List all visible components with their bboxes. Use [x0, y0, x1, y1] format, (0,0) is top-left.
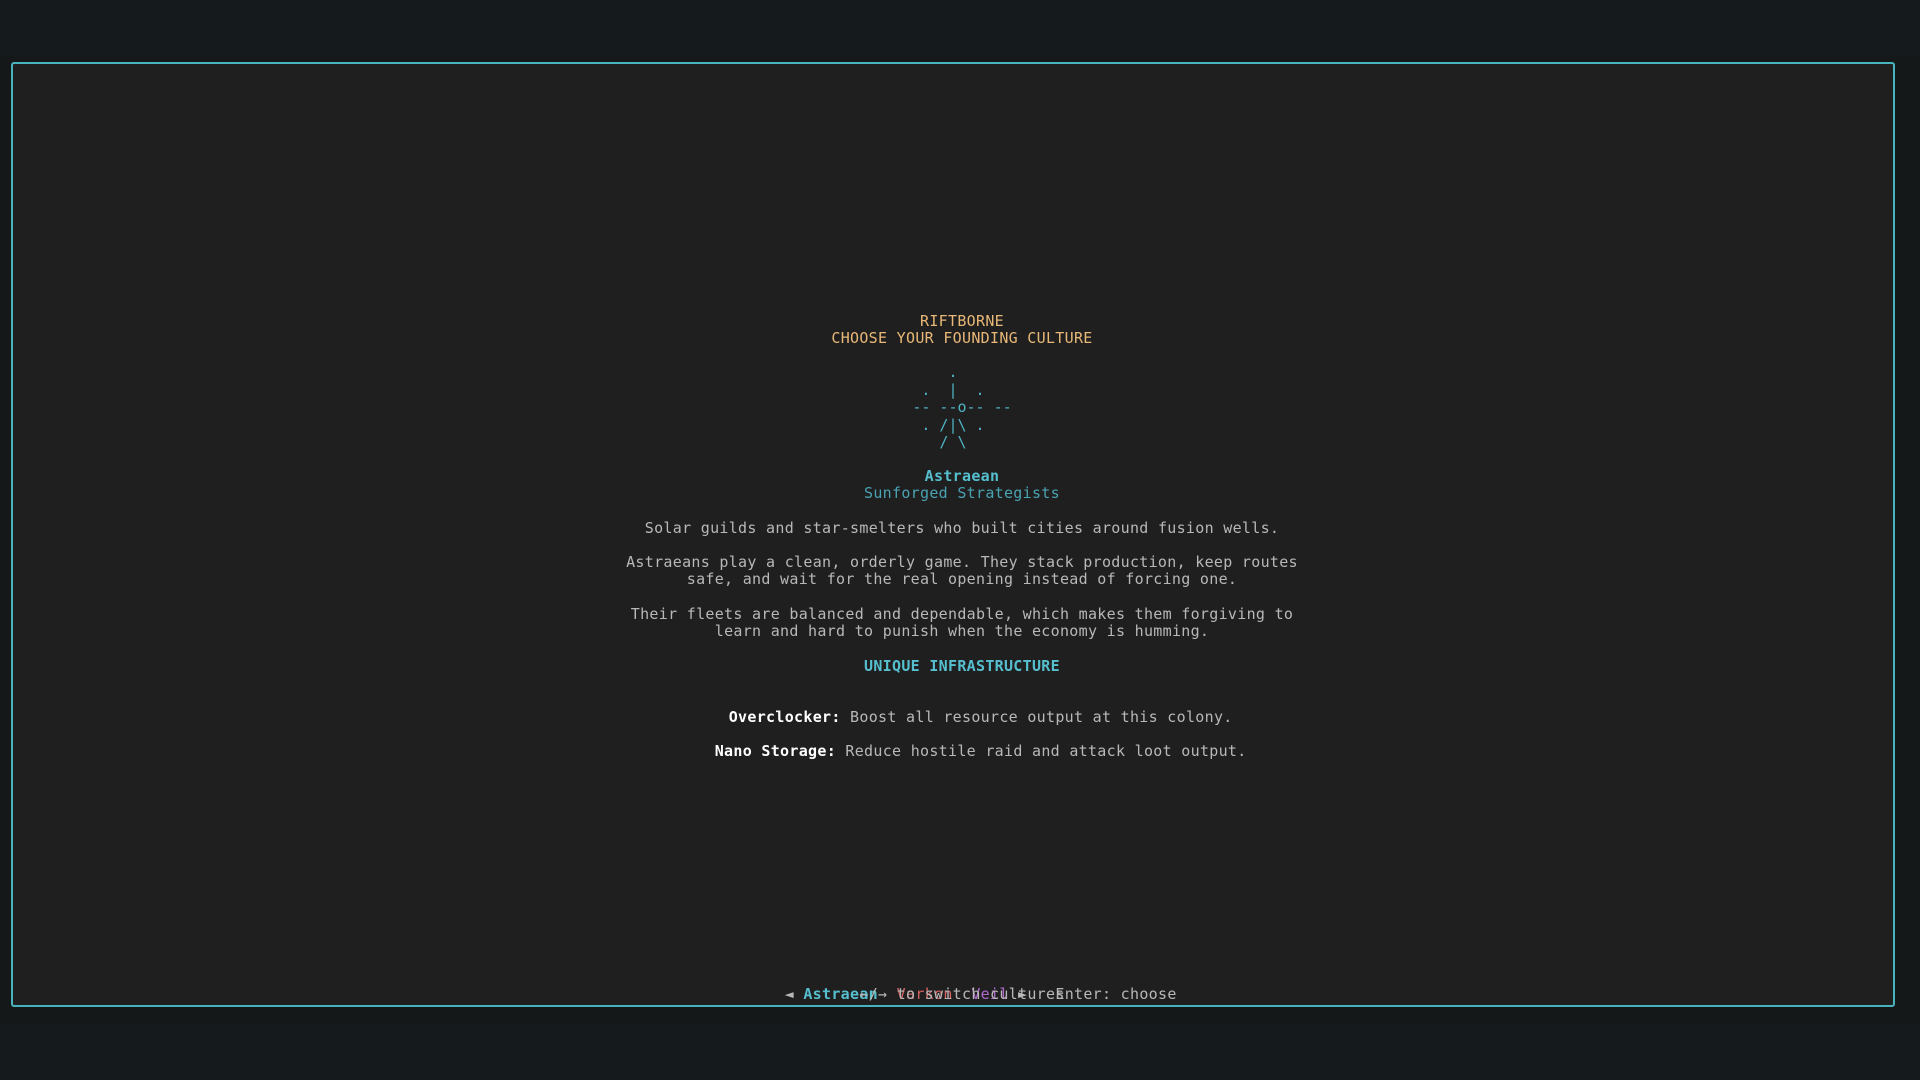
- game-frame: RIFTBORNE CHOOSE YOUR FOUNDING CULTURE .…: [11, 62, 1895, 1007]
- infrastructure-name: Nano Storage:: [714, 742, 837, 760]
- infrastructure-item: Nano Storage: Reduce hostile raid and at…: [13, 726, 1911, 777]
- culture-emblem: . . | . -- --o-- -- . /|\ . / \: [13, 363, 1911, 452]
- fleet-line-1: Their fleets are balanced and dependable…: [630, 605, 1294, 623]
- fleet-line-2: learn and hard to punish when the econom…: [714, 622, 1210, 640]
- play-style-line-2: safe, and wait for the real opening inst…: [686, 570, 1238, 588]
- emblem-art: . . | . -- --o-- -- . /|\ . / \: [912, 363, 1012, 452]
- infrastructure-description: Boost all resource output at this colony…: [850, 708, 1233, 726]
- infrastructure-name: Overclocker:: [728, 708, 841, 726]
- switch-cultures-hint: ←/→ to switch cultures: [859, 985, 1065, 1003]
- bottom-bar: [0, 1024, 1920, 1080]
- screen-subtitle: CHOOSE YOUR FOUNDING CULTURE: [831, 329, 1093, 347]
- culture-name: Astraean: [924, 467, 1000, 485]
- culture-summary: Solar guilds and star-smelters who built…: [644, 519, 1280, 537]
- infrastructure-heading: UNIQUE INFRASTRUCTURE: [864, 657, 1060, 675]
- culture-tagline: Sunforged Strategists: [864, 484, 1060, 502]
- top-bar: [0, 0, 1920, 56]
- infrastructure-description: Reduce hostile raid and attack loot outp…: [845, 742, 1247, 760]
- game-title: RIFTBORNE: [920, 312, 1004, 330]
- play-style-line-1: Astraeans play a clean, orderly game. Th…: [626, 553, 1298, 571]
